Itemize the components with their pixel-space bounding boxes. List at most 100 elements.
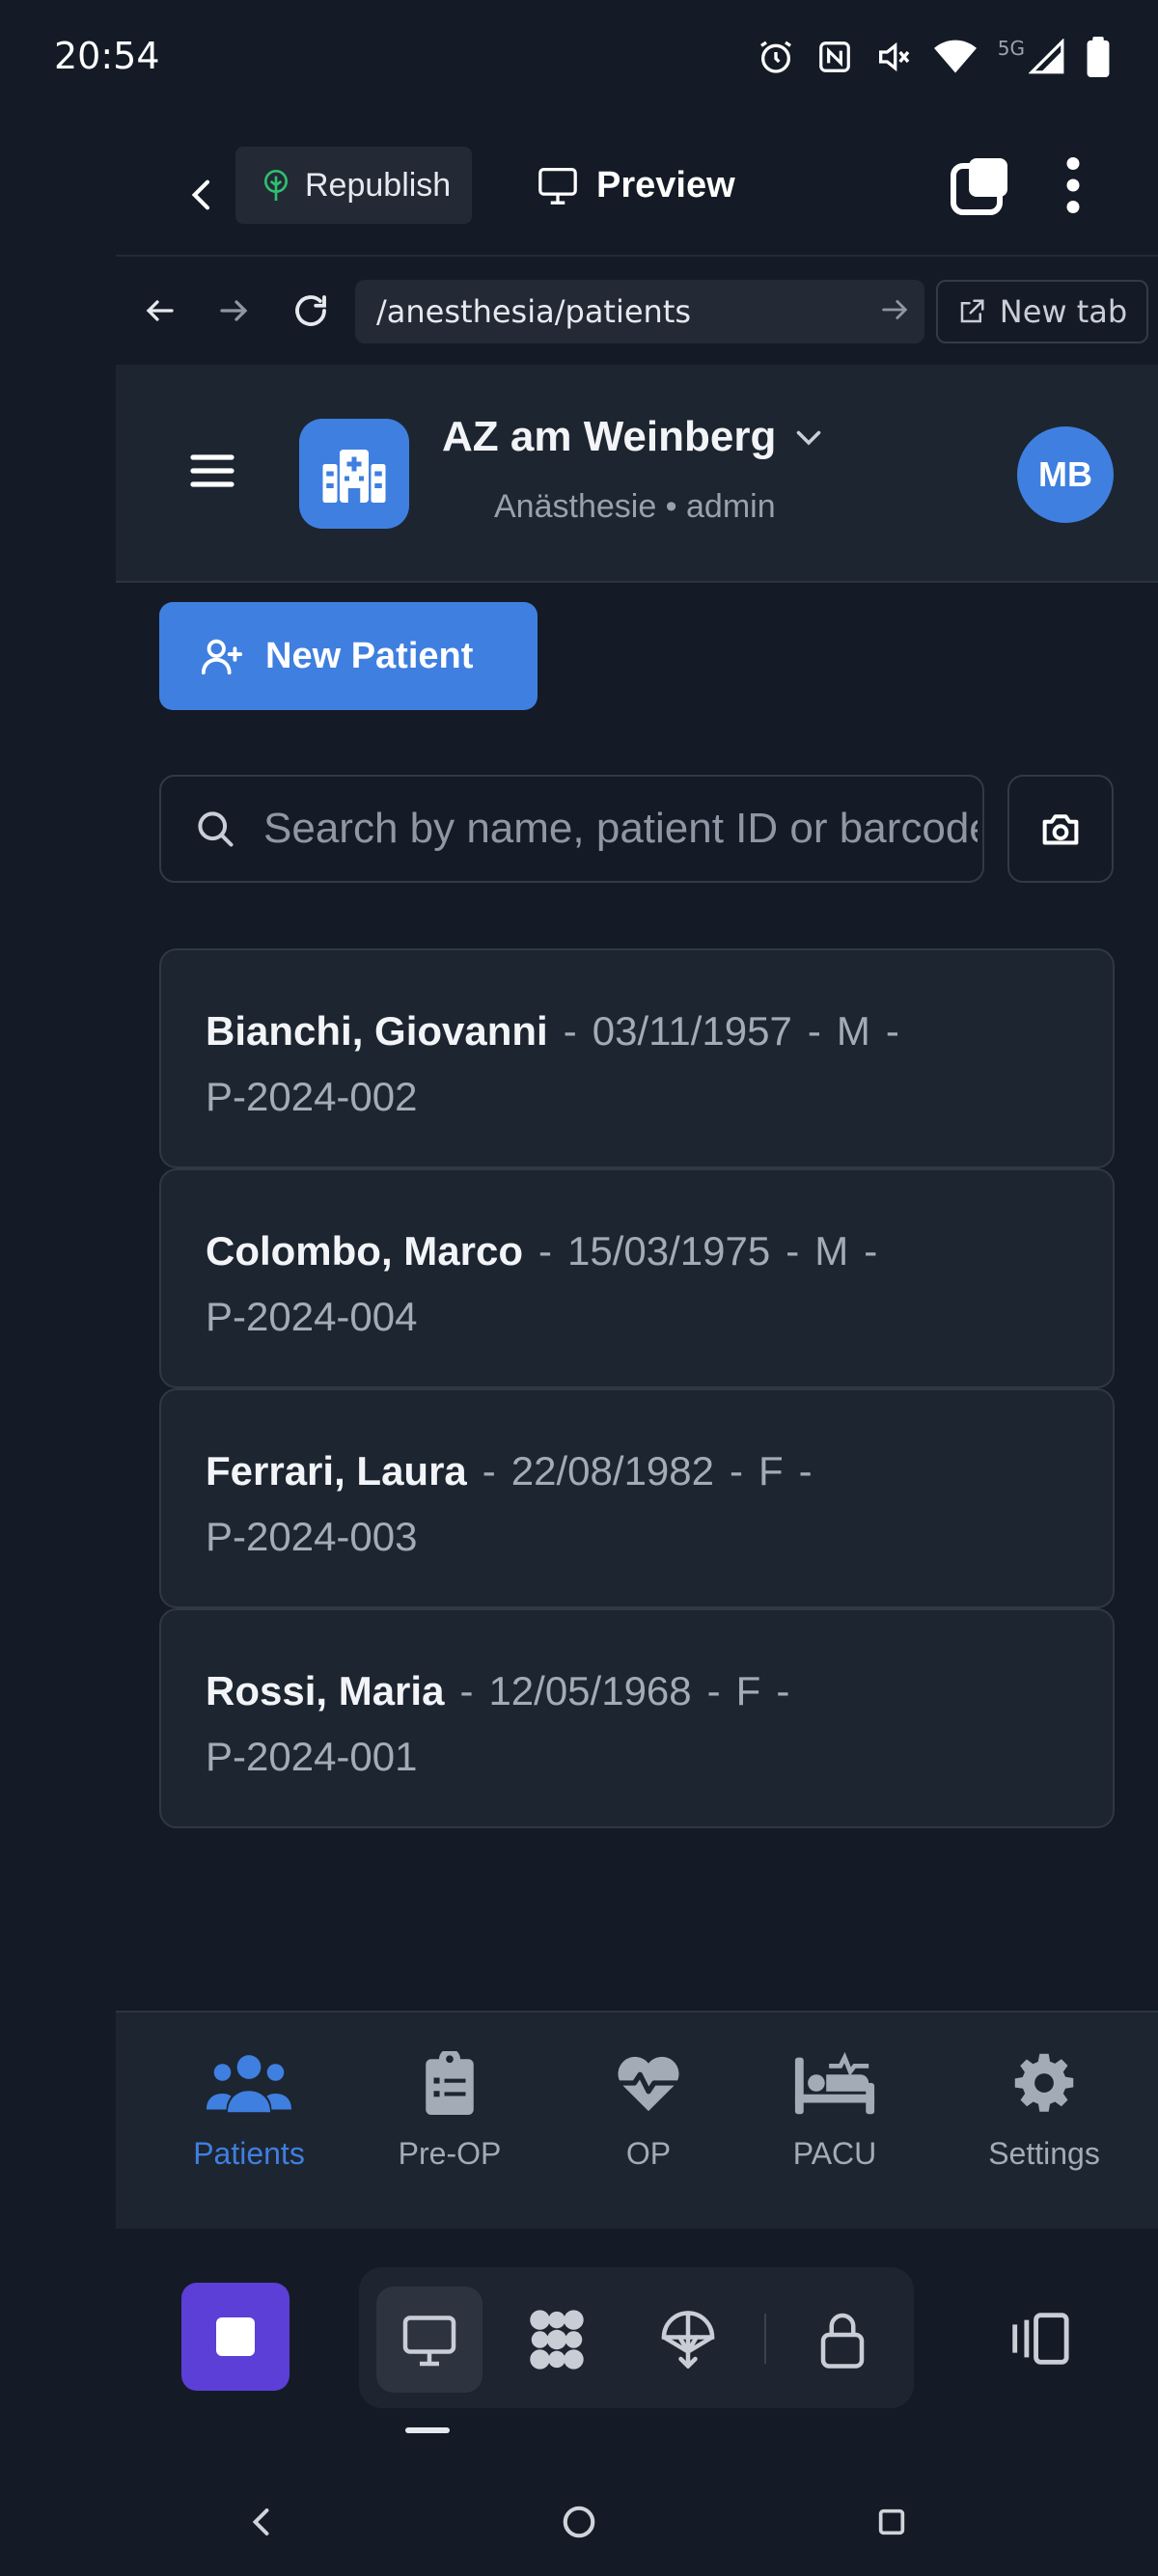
patient-list: Bianchi, Giovanni -03/11/1957- M - P-2024-00…: [159, 948, 1115, 1828]
patient-card[interactable]: Rossi, Maria -12/05/1968- F - P-2024-001: [159, 1608, 1115, 1828]
patient-summary: Ferrari, Laura -22/08/1982- F - P-2024-003: [206, 1448, 813, 1559]
status-bar: 20:54 5G: [0, 0, 1158, 116]
search-input[interactable]: [263, 805, 978, 853]
nav-label: Settings: [988, 2136, 1100, 2171]
dock-preview-button[interactable]: [376, 2287, 482, 2393]
parachute-icon: [661, 2311, 715, 2369]
dock-workspace-button[interactable]: [504, 2287, 610, 2393]
patient-card[interactable]: Bianchi, Giovanni -03/11/1957- M - P-2024-00…: [159, 948, 1115, 1168]
nfc-icon: [816, 39, 853, 75]
patient-sex: M: [814, 1228, 849, 1274]
patient-id: P-2024-001: [206, 1734, 418, 1779]
preview-button[interactable]: Preview: [537, 147, 735, 224]
tabs-button[interactable]: [950, 154, 1011, 216]
back-button[interactable]: [172, 164, 234, 226]
nav-op[interactable]: OP: [552, 2051, 745, 2172]
patient-id: P-2024-002: [206, 1074, 418, 1119]
nav-pacu[interactable]: PACU: [738, 2051, 931, 2172]
system-recents-icon: [878, 2508, 905, 2535]
battery-icon: [1087, 37, 1110, 77]
patient-card[interactable]: Colombo, Marco -15/03/1975- M - P-2024-004: [159, 1168, 1115, 1388]
stop-button[interactable]: [181, 2283, 290, 2391]
tree-icon: [261, 168, 291, 203]
nav-label: PACU: [792, 2136, 877, 2171]
go-icon[interactable]: [878, 293, 911, 326]
hospital-logo: [299, 419, 409, 529]
arrow-right-icon: [220, 300, 248, 321]
preview-label: Preview: [596, 164, 735, 206]
dev-dock: [0, 2248, 1158, 2441]
patient-card[interactable]: Ferrari, Laura -22/08/1982- F - P-2024-003: [159, 1388, 1115, 1608]
url-text: /anesthesia/patients: [376, 293, 692, 330]
unit-role: Anästhesie • admin: [494, 488, 776, 525]
dock-divider: [764, 2314, 766, 2364]
search-icon: [194, 808, 236, 850]
dock-active-indicator: [405, 2427, 450, 2433]
menu-button[interactable]: [183, 442, 241, 500]
dock-split-view-button[interactable]: [1002, 2302, 1075, 2375]
more-options-button[interactable]: [1042, 154, 1104, 216]
monitor-icon: [402, 2316, 456, 2367]
signal-icon: [1029, 39, 1065, 75]
patient-name: Ferrari, Laura: [206, 1448, 467, 1494]
new-tab-label: New tab: [999, 293, 1128, 330]
nav-label: Patients: [193, 2136, 305, 2171]
patient-dob: 15/03/1975: [567, 1228, 771, 1274]
monitor-icon: [537, 166, 579, 205]
new-patient-button[interactable]: New Patient: [159, 602, 538, 710]
hospital-icon: [322, 450, 386, 503]
browser-bar: /anesthesia/patients New tab: [116, 260, 1158, 361]
stop-icon: [216, 2317, 255, 2356]
user-plus-icon: [200, 634, 244, 678]
browser-back-button[interactable]: [131, 282, 189, 340]
nav-patients[interactable]: Patients: [152, 2051, 345, 2172]
top-toolbar: Republish Preview: [116, 135, 1158, 255]
patient-dob: 03/11/1957: [592, 1008, 792, 1054]
users-icon: [207, 2055, 291, 2113]
patient-sex: M: [836, 1008, 870, 1054]
patient-sex: F: [758, 1448, 784, 1494]
lock-icon: [820, 2313, 865, 2369]
reload-button[interactable]: [282, 282, 340, 340]
new-patient-label: New Patient: [265, 635, 474, 676]
patient-summary: Rossi, Maria -12/05/1968- F - P-2024-001: [206, 1668, 790, 1779]
external-link-icon: [957, 297, 986, 326]
dock-toolbar: [359, 2267, 914, 2408]
alarm-icon: [757, 38, 795, 76]
scan-camera-button[interactable]: [1007, 775, 1114, 883]
new-tab-button[interactable]: New tab: [936, 280, 1148, 343]
hospital-selector[interactable]: AZ am Weinberg: [442, 413, 826, 461]
dock-deploy-button[interactable]: [635, 2287, 741, 2393]
chevron-left-icon: [191, 179, 210, 210]
workspace-icon: [530, 2310, 584, 2370]
system-recents-button[interactable]: [861, 2491, 923, 2553]
patient-name: Bianchi, Giovanni: [206, 1008, 548, 1054]
reload-icon: [295, 295, 326, 326]
patient-dob: 22/08/1982: [510, 1448, 715, 1494]
avatar[interactable]: MB: [1017, 426, 1114, 523]
republish-button[interactable]: Republish: [235, 147, 472, 224]
patient-summary: Colombo, Marco -15/03/1975- M - P-2024-004: [206, 1228, 878, 1339]
system-home-icon: [563, 2506, 595, 2538]
chevron-down-icon: [791, 420, 826, 454]
system-nav: [0, 2470, 1158, 2576]
patient-dob: 12/05/1968: [488, 1668, 692, 1713]
patient-name: Rossi, Maria: [206, 1668, 445, 1713]
url-field[interactable]: /anesthesia/patients: [355, 280, 924, 343]
search-box: [159, 775, 984, 883]
hamburger-icon: [190, 454, 234, 487]
patient-name: Colombo, Marco: [206, 1228, 524, 1274]
system-home-button[interactable]: [548, 2491, 610, 2553]
browser-forward-button[interactable]: [205, 282, 262, 340]
patient-sex: F: [735, 1668, 761, 1713]
hospital-name: AZ am Weinberg: [442, 413, 777, 460]
nav-label: OP: [625, 2136, 672, 2171]
tabs-icon: [951, 158, 1007, 215]
bottom-nav: Patients Pre-OP OP PACU Settings: [116, 2011, 1158, 2229]
patient-id: P-2024-004: [206, 1294, 418, 1339]
nav-settings[interactable]: Settings: [948, 2051, 1141, 2172]
clipboard-list-icon: [426, 2051, 474, 2115]
nav-pre-op[interactable]: Pre-OP: [353, 2051, 546, 2172]
dock-lock-button[interactable]: [789, 2287, 896, 2393]
system-back-button[interactable]: [232, 2491, 293, 2553]
